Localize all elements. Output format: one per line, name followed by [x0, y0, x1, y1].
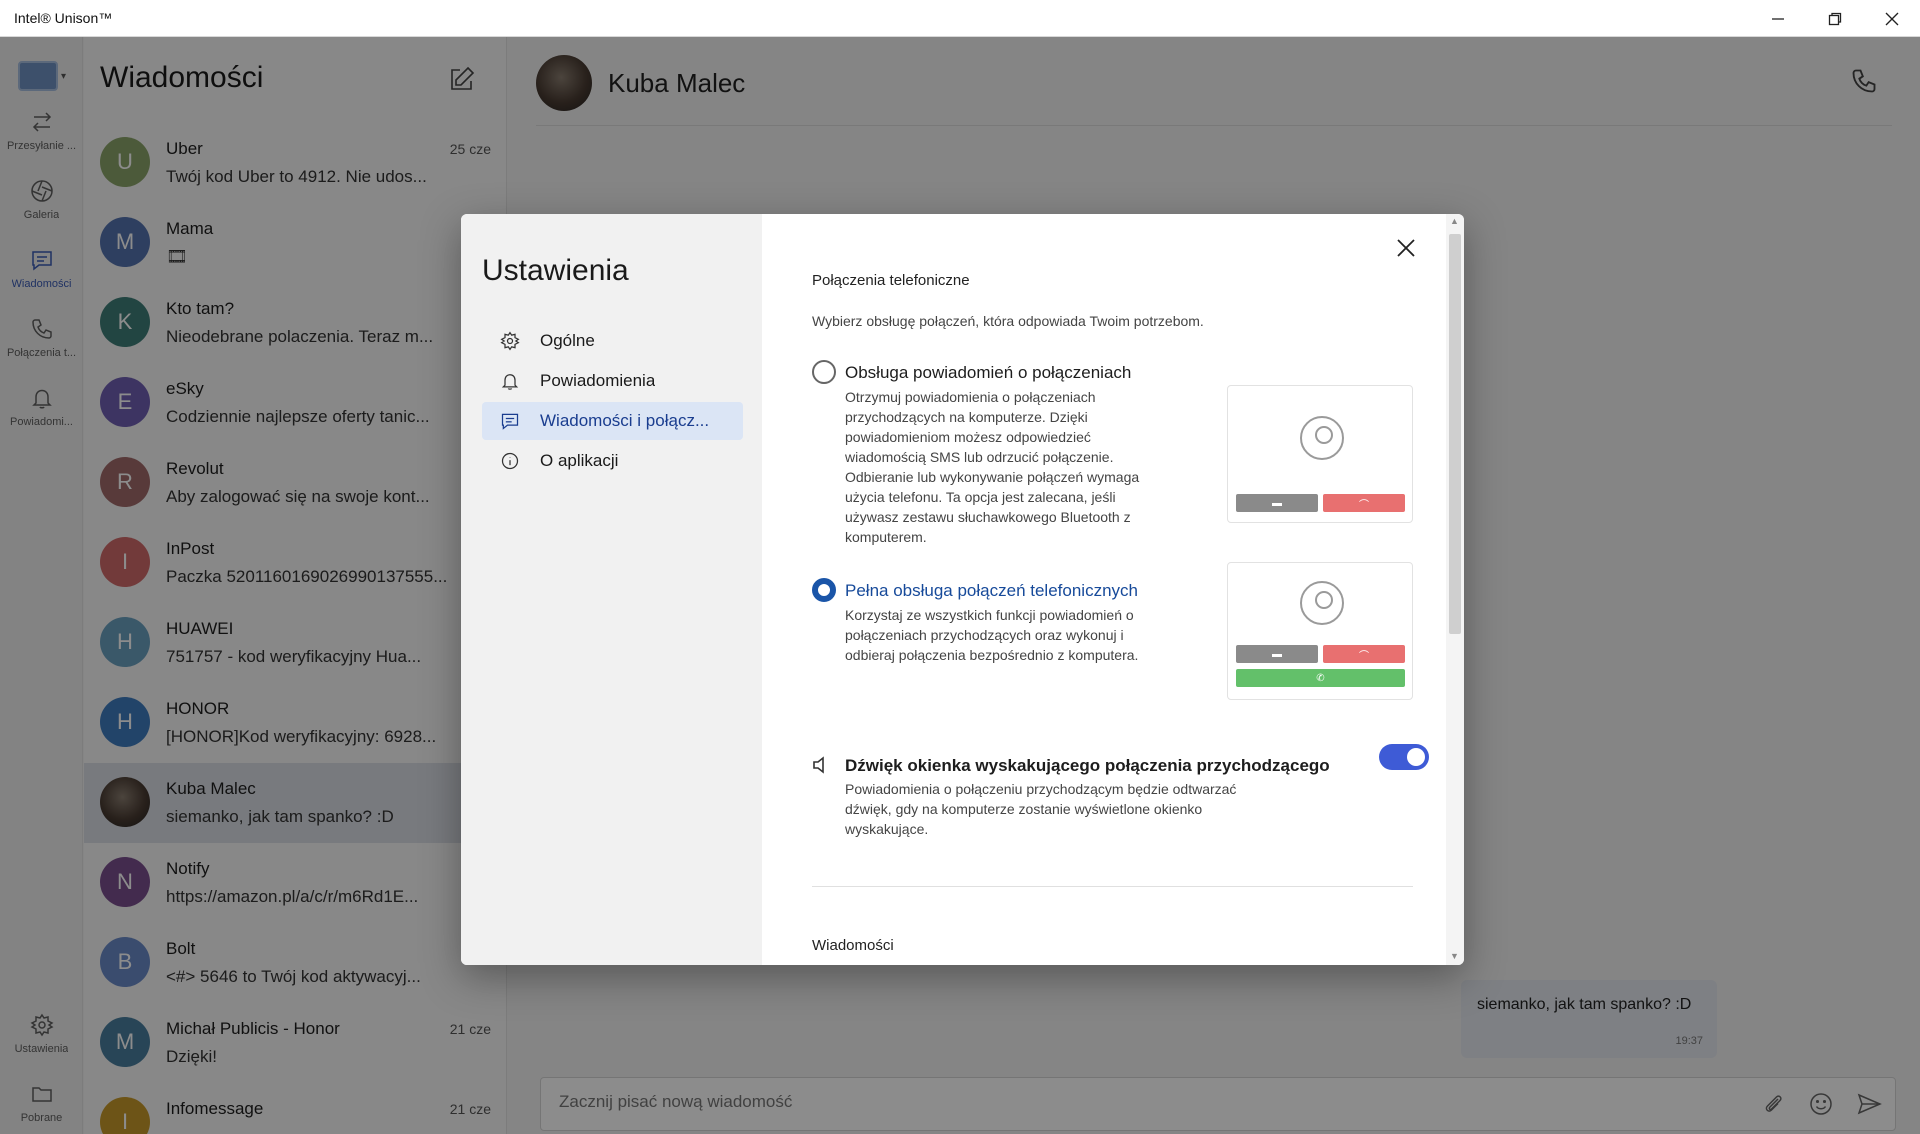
decline-call-icon: ⌒	[1323, 494, 1405, 512]
option-notification-calls-desc: Otrzymuj powiadomienia o połączeniach pr…	[845, 389, 1140, 545]
radio-notification-calls[interactable]	[812, 360, 836, 384]
sound-setting-desc: Powiadomienia o połączeniu przychodzącym…	[845, 781, 1237, 837]
calls-section-title: Połączenia telefoniczne	[812, 272, 970, 289]
notification-calls-preview: ▬ ⌒	[1227, 385, 1413, 523]
settings-scrollbar[interactable]: ▲ ▼	[1446, 214, 1464, 965]
messages-section-title: Wiadomości	[812, 937, 894, 954]
close-window-button[interactable]	[1863, 0, 1920, 37]
app-title: Intel® Unison™	[14, 10, 113, 26]
divider	[812, 886, 1413, 887]
decline-call-icon: ⌒	[1323, 645, 1405, 663]
scroll-down-icon[interactable]: ▼	[1450, 951, 1459, 961]
message-icon: ▬	[1236, 645, 1318, 663]
settings-nav-general[interactable]: Ogólne	[482, 322, 743, 360]
settings-nav-messages-calls[interactable]: Wiadomości i połącz...	[482, 402, 743, 440]
settings-content: Połączenia telefoniczne Wybierz obsługę …	[762, 214, 1464, 965]
close-icon	[1397, 239, 1415, 257]
sound-setting-title: Dźwięk okienka wyskakującego połączenia …	[845, 756, 1330, 775]
bell-icon	[501, 374, 519, 390]
info-icon	[501, 452, 519, 470]
nav-label: Wiadomości i połącz...	[540, 411, 710, 430]
toggle-knob	[1407, 748, 1425, 766]
minimize-button[interactable]	[1749, 0, 1806, 37]
calls-section-desc: Wybierz obsługę połączeń, która odpowiad…	[812, 313, 1204, 329]
window-controls	[1749, 0, 1920, 37]
restore-button[interactable]	[1806, 0, 1863, 37]
person-icon	[1300, 581, 1344, 625]
person-icon	[1300, 416, 1344, 460]
scroll-up-icon[interactable]: ▲	[1450, 216, 1459, 226]
message-icon	[501, 413, 519, 430]
message-icon: ▬	[1236, 494, 1318, 512]
settings-nav-notifications[interactable]: Powiadomienia	[482, 362, 743, 400]
speaker-icon	[812, 756, 830, 779]
settings-title: Ustawienia	[482, 254, 629, 287]
radio-full-calls[interactable]	[812, 578, 836, 602]
option-notification-calls-title[interactable]: Obsługa powiadomień o połączeniach	[845, 363, 1131, 383]
option-full-calls-desc: Korzystaj ze wszystkich funkcji powiadom…	[845, 607, 1139, 663]
gear-icon	[500, 331, 520, 351]
accept-call-icon: ✆	[1236, 669, 1405, 687]
settings-dialog: Ustawienia Ogólne Powiadomienia Wiadomoś…	[461, 214, 1464, 965]
full-calls-preview: ▬ ⌒ ✆	[1227, 562, 1413, 700]
scrollbar-thumb[interactable]	[1449, 234, 1461, 634]
nav-label: Ogólne	[540, 331, 595, 350]
option-full-calls-title[interactable]: Pełna obsługa połączeń telefonicznych	[845, 581, 1138, 601]
nav-label: Powiadomienia	[540, 371, 656, 390]
settings-nav-about[interactable]: O aplikacji	[482, 442, 743, 480]
settings-nav: Ustawienia Ogólne Powiadomienia Wiadomoś…	[461, 214, 762, 965]
title-bar: Intel® Unison™	[0, 0, 1920, 37]
nav-label: O aplikacji	[540, 451, 619, 470]
sound-toggle[interactable]	[1379, 744, 1429, 770]
close-dialog-button[interactable]	[1390, 232, 1422, 264]
